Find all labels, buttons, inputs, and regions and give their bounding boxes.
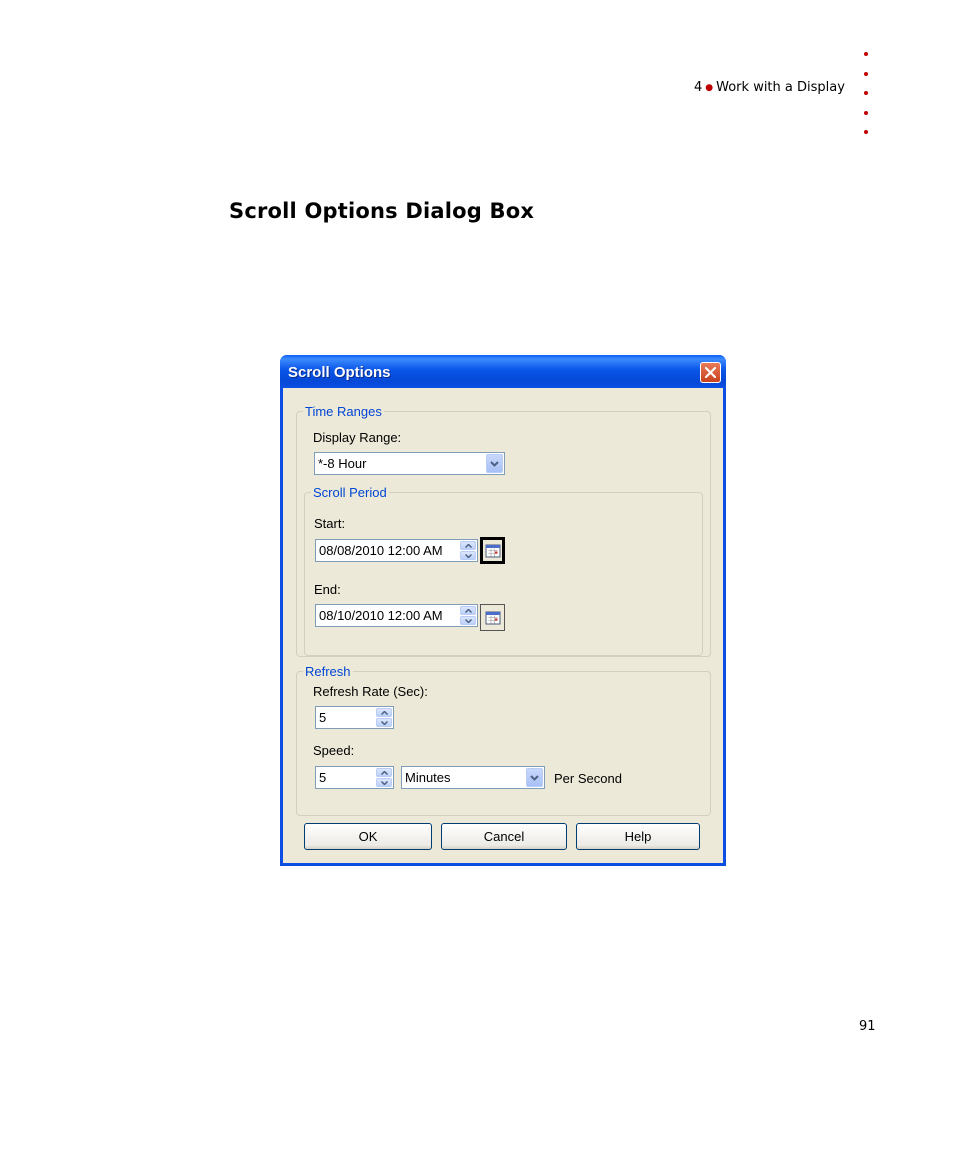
cancel-button[interactable]: Cancel bbox=[441, 823, 567, 850]
close-icon bbox=[704, 366, 717, 379]
refresh-legend: Refresh bbox=[303, 664, 353, 679]
refresh-rate-spinner[interactable] bbox=[376, 708, 392, 727]
spin-down-icon[interactable] bbox=[376, 778, 392, 787]
spin-up-icon[interactable] bbox=[460, 541, 476, 550]
per-second-label: Per Second bbox=[554, 771, 622, 786]
ok-button[interactable]: OK bbox=[304, 823, 432, 850]
chapter-title: Work with a Display bbox=[716, 80, 845, 95]
spin-down-icon[interactable] bbox=[460, 551, 476, 560]
speed-field[interactable]: 5 bbox=[315, 766, 394, 789]
dialog-title: Scroll Options bbox=[288, 364, 391, 381]
start-datetime-value: 08/08/2010 12:00 AM bbox=[319, 543, 443, 558]
help-button[interactable]: Help bbox=[576, 823, 700, 850]
calendar-icon bbox=[485, 611, 500, 624]
speed-value: 5 bbox=[319, 770, 327, 785]
scroll-options-dialog: Scroll Options Time Ranges Display Range… bbox=[280, 355, 726, 866]
dialog-titlebar[interactable]: Scroll Options bbox=[280, 355, 726, 388]
start-calendar-button[interactable] bbox=[480, 537, 505, 564]
refresh-rate-value: 5 bbox=[319, 710, 327, 725]
display-range-value: *-8 Hour bbox=[318, 456, 367, 471]
decorative-dots bbox=[864, 52, 872, 150]
end-datetime-field[interactable]: 08/10/2010 12:00 AM bbox=[315, 604, 478, 627]
start-spinner[interactable] bbox=[460, 541, 476, 560]
refresh-rate-field[interactable]: 5 bbox=[315, 706, 394, 729]
time-ranges-legend: Time Ranges bbox=[303, 404, 384, 419]
end-calendar-button[interactable] bbox=[480, 604, 505, 631]
close-button[interactable] bbox=[700, 362, 721, 383]
chevron-down-icon[interactable] bbox=[486, 454, 503, 473]
speed-unit-select[interactable]: Minutes bbox=[401, 766, 545, 789]
calendar-icon bbox=[485, 544, 500, 557]
end-spinner[interactable] bbox=[460, 606, 476, 625]
speed-label: Speed: bbox=[313, 743, 355, 758]
start-datetime-field[interactable]: 08/08/2010 12:00 AM bbox=[315, 539, 478, 562]
page-number: 91 bbox=[859, 1019, 876, 1034]
spin-up-icon[interactable] bbox=[460, 606, 476, 615]
chapter-bullet: ● bbox=[705, 83, 714, 93]
chevron-down-icon[interactable] bbox=[526, 768, 543, 787]
scroll-period-group: Scroll Period bbox=[304, 485, 703, 656]
speed-spinner[interactable] bbox=[376, 768, 392, 787]
spin-down-icon[interactable] bbox=[460, 616, 476, 625]
end-label: End: bbox=[314, 582, 341, 597]
spin-up-icon[interactable] bbox=[376, 708, 392, 717]
spin-up-icon[interactable] bbox=[376, 768, 392, 777]
chapter-number: 4 bbox=[694, 80, 703, 95]
display-range-select[interactable]: *-8 Hour bbox=[314, 452, 505, 475]
end-datetime-value: 08/10/2010 12:00 AM bbox=[319, 608, 443, 623]
spin-down-icon[interactable] bbox=[376, 718, 392, 727]
section-title: Scroll Options Dialog Box bbox=[229, 199, 535, 223]
chapter-header: 4 ● Work with a Display bbox=[694, 80, 845, 95]
speed-unit-value: Minutes bbox=[405, 770, 451, 785]
display-range-label: Display Range: bbox=[313, 430, 402, 445]
scroll-period-legend: Scroll Period bbox=[311, 485, 389, 500]
refresh-rate-label: Refresh Rate (Sec): bbox=[313, 684, 428, 699]
start-label: Start: bbox=[314, 516, 346, 531]
